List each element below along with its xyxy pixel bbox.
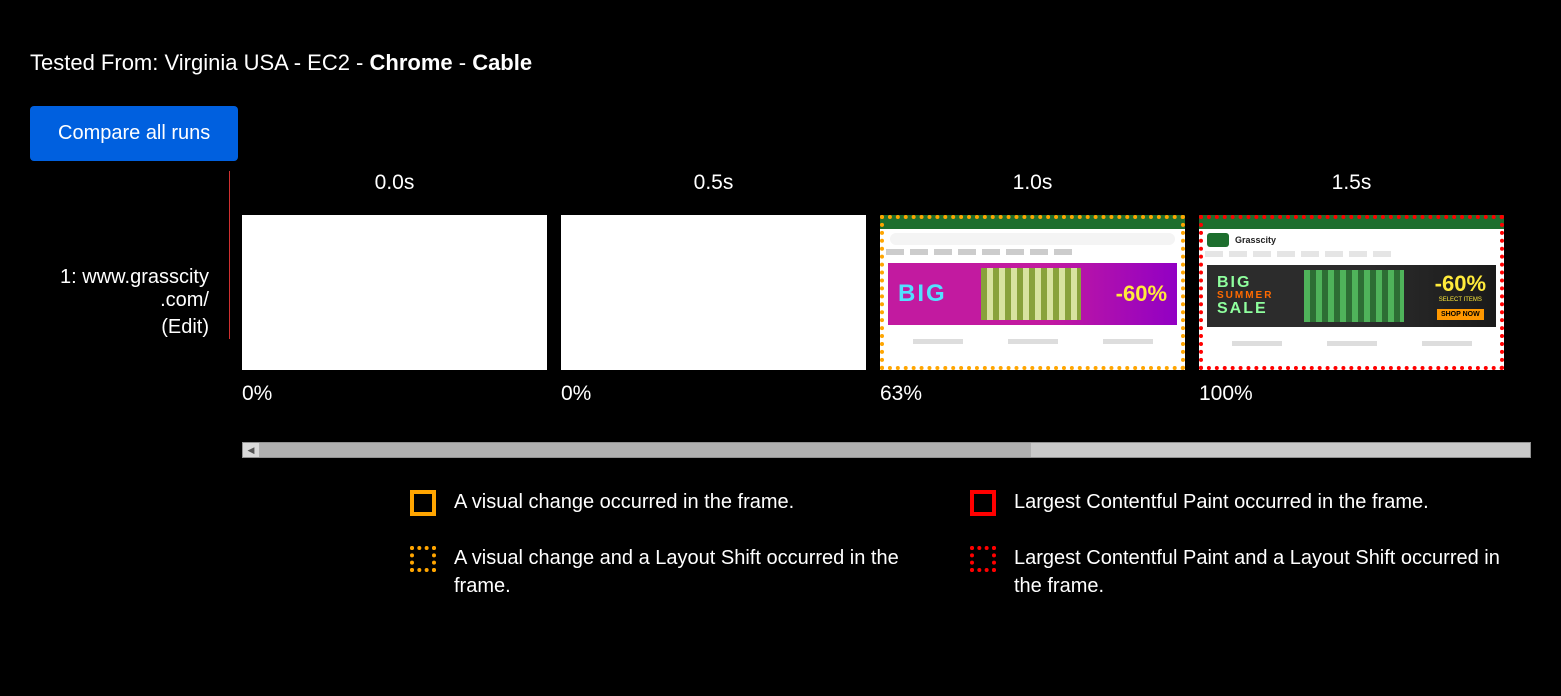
legend-swatch-red-dotted-icon — [970, 546, 996, 572]
frame-col-2: 1.0s BIG -60% 63% — [880, 171, 1185, 406]
frame-col-0: 0.0s 0% — [242, 171, 547, 406]
frame-percent-2: 63% — [880, 382, 1185, 406]
tested-from-line: Tested From: Virginia USA - EC2 - Chrome… — [30, 50, 1531, 76]
legend-text-lcp: Largest Contentful Paint occurred in the… — [1014, 488, 1429, 516]
site-logo-icon — [1207, 233, 1229, 247]
banner-shop-now: SHOP NOW — [1437, 309, 1484, 320]
banner-pink: BIG -60% — [888, 263, 1177, 325]
compare-all-runs-button[interactable]: Compare all runs — [30, 106, 238, 161]
legend-swatch-orange-solid-icon — [410, 490, 436, 516]
test-row-label: 1: www.grasscity .com/ (Edit) — [30, 171, 230, 339]
frame-time-3: 1.5s — [1199, 171, 1504, 195]
banner-dark: BIG SUMMER SALE -60% SELECT ITEMS SHOP N… — [1207, 265, 1496, 327]
banner-select-items: SELECT ITEMS — [1435, 297, 1486, 303]
banner-percent: -60% — [1116, 281, 1167, 307]
filmstrip-horizontal-scrollbar[interactable]: ◀ — [242, 442, 1531, 458]
legend-text-visual-change-ls: A visual change and a Layout Shift occur… — [454, 544, 960, 600]
legend-swatch-orange-dotted-icon — [410, 546, 436, 572]
site-logo-text: Grasscity — [1235, 235, 1276, 245]
frame-percent-3: 100% — [1199, 382, 1504, 406]
sep1: - — [350, 50, 370, 75]
banner-products-icon — [981, 268, 1081, 320]
legend-text-lcp-ls: Largest Contentful Paint and a Layout Sh… — [1014, 544, 1530, 600]
legend-lcp: Largest Contentful Paint occurred in the… — [970, 488, 1530, 516]
frame-thumbnail-1[interactable] — [561, 215, 866, 370]
legend-lcp-ls: Largest Contentful Paint and a Layout Sh… — [970, 544, 1530, 600]
scroll-left-arrow-icon[interactable]: ◀ — [243, 443, 259, 457]
row-index-and-site: 1: www.grasscity — [30, 266, 209, 289]
legend-swatch-red-solid-icon — [970, 490, 996, 516]
row-site-line2: .com/ — [30, 289, 209, 312]
legend-visual-change: A visual change occurred in the frame. — [410, 488, 960, 516]
frame-col-3: 1.5s Grasscity BIG SUMMER SALE — [1199, 171, 1504, 406]
legend-visual-change-ls: A visual change and a Layout Shift occur… — [410, 544, 960, 600]
tested-from-connection: Cable — [472, 50, 532, 75]
filmstrip-frames: 0.0s 0% 0.5s 0% 1.0s BIG — [230, 171, 1531, 406]
legend: A visual change occurred in the frame. L… — [410, 488, 1531, 600]
filmstrip-timeline: 1: www.grasscity .com/ (Edit) 0.0s 0% 0.… — [30, 171, 1531, 406]
legend-text-visual-change: A visual change occurred in the frame. — [454, 488, 794, 516]
banner-big-text: BIG — [898, 280, 947, 308]
frame-thumbnail-3[interactable]: Grasscity BIG SUMMER SALE -60% S — [1199, 215, 1504, 370]
banner-line3: SALE — [1217, 301, 1273, 317]
tested-from-location: Virginia USA - EC2 — [164, 50, 349, 75]
banner-line1: BIG — [1217, 275, 1273, 291]
tested-from-browser: Chrome — [370, 50, 453, 75]
tested-from-prefix: Tested From: — [30, 50, 164, 75]
scrollbar-thumb[interactable] — [259, 443, 1031, 457]
edit-link[interactable]: (Edit) — [30, 316, 209, 339]
frame-time-0: 0.0s — [242, 171, 547, 195]
frame-thumbnail-2[interactable]: BIG -60% — [880, 215, 1185, 370]
frame-time-1: 0.5s — [561, 171, 866, 195]
sep2: - — [453, 50, 473, 75]
frame-time-2: 1.0s — [880, 171, 1185, 195]
frame-percent-0: 0% — [242, 382, 547, 406]
banner-percent: -60% — [1435, 271, 1486, 297]
banner-products-icon — [1304, 270, 1404, 322]
frame-percent-1: 0% — [561, 382, 866, 406]
frame-thumbnail-0[interactable] — [242, 215, 547, 370]
frame-col-1: 0.5s 0% — [561, 171, 866, 406]
